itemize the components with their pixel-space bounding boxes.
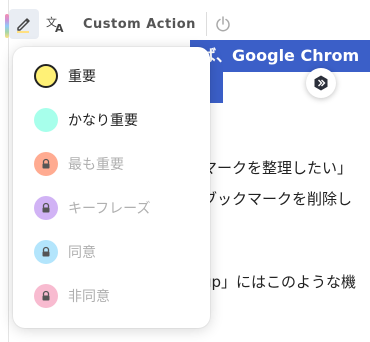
menu-item-disagree[interactable]: 非同意 [13, 274, 210, 318]
custom-action-button[interactable]: Custom Action [73, 9, 206, 39]
menu-item-label: かなり重要 [68, 113, 138, 129]
menu-item-important[interactable]: 重要 [13, 54, 210, 98]
menu-item-agree[interactable]: 同意 [13, 230, 210, 274]
lock-icon [42, 246, 50, 257]
highlight-pen-button[interactable] [9, 9, 39, 39]
highlight-color-menu: 重要 かなり重要 最も重要 キーフレーズ 同意 非同意 [13, 47, 210, 328]
menu-item-very-important[interactable]: かなり重要 [13, 98, 210, 142]
highlighted-text: ば、Google Chrom [200, 46, 360, 65]
extension-floating-button[interactable] [306, 68, 336, 98]
translate-icon: 文 A [46, 15, 64, 33]
menu-item-key-phrase[interactable]: キーフレーズ [13, 186, 210, 230]
menu-item-label: キーフレーズ [68, 201, 151, 217]
article-text-line: up」にはこのような機 [202, 273, 357, 291]
menu-item-label: 最も重要 [68, 157, 124, 173]
color-swatch-agree [34, 240, 58, 264]
power-icon [216, 16, 230, 32]
highlighter-pen-icon [17, 18, 30, 33]
page-border [8, 0, 9, 342]
menu-item-label: 重要 [68, 69, 96, 85]
color-swatch-key-phrase [34, 196, 58, 220]
lock-icon [42, 202, 50, 213]
menu-item-most-important[interactable]: 最も重要 [13, 142, 210, 186]
color-swatch-disagree [34, 284, 58, 308]
article-text-line: ブックマークを削除し [202, 190, 353, 208]
translate-button[interactable]: 文 A [39, 9, 73, 39]
lock-icon [42, 158, 50, 169]
menu-item-label: 同意 [68, 245, 96, 261]
lock-icon [42, 290, 50, 301]
color-swatch-very-important [34, 108, 58, 132]
power-button[interactable] [207, 9, 239, 39]
svg-text:A: A [55, 22, 64, 33]
extension-logo-icon [314, 75, 328, 91]
color-swatch-most-important [34, 152, 58, 176]
article-text-line: マークを整理したい」 [202, 159, 353, 177]
menu-item-label: 非同意 [68, 289, 110, 305]
highlight-toolbar: 文 A Custom Action [9, 9, 239, 39]
color-swatch-important [34, 64, 58, 88]
